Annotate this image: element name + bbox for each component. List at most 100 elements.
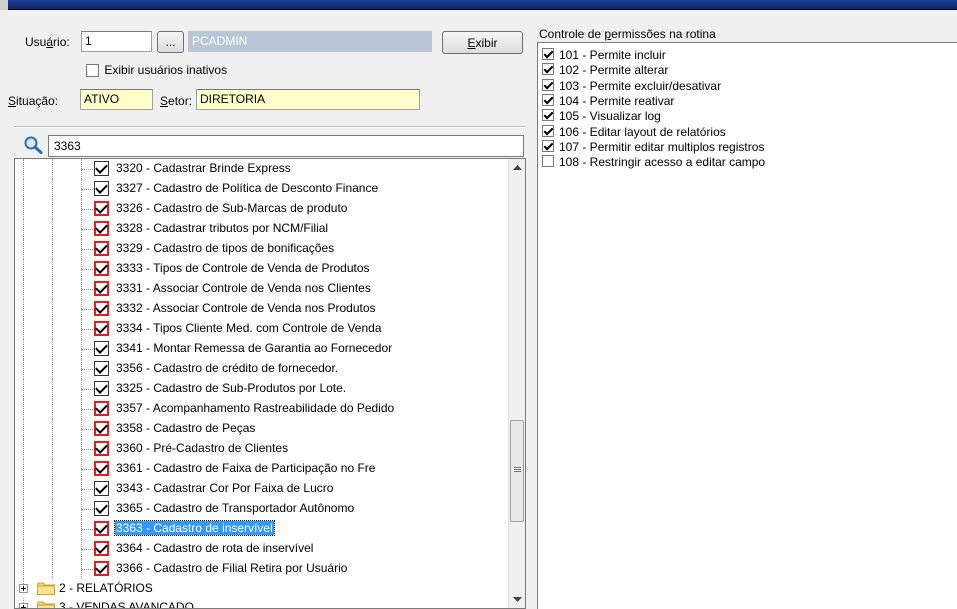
permission-label: 104 - Permite reativar bbox=[559, 93, 675, 108]
permission-label: 108 - Restringir acesso a editar campo bbox=[559, 155, 766, 170]
tree-item-checkbox[interactable] bbox=[94, 501, 109, 516]
tree-item-checkbox[interactable] bbox=[94, 221, 109, 236]
tree-item-checkbox[interactable] bbox=[94, 181, 109, 196]
tree-item-label: 3343 - Cadastrar Cor Por Faixa de Lucro bbox=[116, 481, 334, 495]
expand-icon[interactable] bbox=[19, 584, 28, 593]
tree-item-label: 3358 - Cadastro de Peças bbox=[116, 421, 256, 435]
tree-item-checkbox[interactable] bbox=[94, 201, 109, 216]
tree-item-label: 3326 - Cadastro de Sub-Marcas de produto bbox=[116, 201, 348, 215]
tree-item-label: 3361 - Cadastro de Faixa de Participação… bbox=[116, 461, 376, 475]
tree-item[interactable]: 3360 - Pré-Cadastro de Clientes bbox=[15, 439, 509, 459]
tree-item-checkbox[interactable] bbox=[94, 281, 109, 296]
usuario-name-field: PCADMIN bbox=[188, 31, 432, 52]
permission-label: 106 - Editar layout de relatórios bbox=[559, 124, 726, 139]
show-inactive-box[interactable] bbox=[86, 64, 99, 78]
tree-item-checkbox[interactable] bbox=[94, 381, 109, 396]
scroll-down-arrow[interactable] bbox=[509, 591, 525, 608]
tree-item-checkbox[interactable] bbox=[94, 261, 109, 276]
tree-scrollbar[interactable] bbox=[508, 159, 525, 608]
permission-checkbox[interactable] bbox=[542, 63, 554, 76]
permission-checkbox[interactable] bbox=[542, 78, 554, 91]
tree-item-label: 3333 - Tipos de Controle de Venda de Pro… bbox=[116, 261, 370, 275]
tree-item[interactable]: 3343 - Cadastrar Cor Por Faixa de Lucro bbox=[15, 479, 509, 499]
permission-item[interactable]: 106 - Editar layout de relatórios bbox=[542, 124, 726, 141]
tree-folder[interactable]: 3 - VENDAS AVANÇADO bbox=[15, 598, 509, 608]
tree-item-label: 3360 - Pré-Cadastro de Clientes bbox=[116, 441, 289, 455]
permission-label: 102 - Permite alterar bbox=[559, 63, 669, 78]
tree-item[interactable]: 3327 - Cadastro de Política de Desconto … bbox=[15, 179, 509, 199]
tree-item[interactable]: 3364 - Cadastro de rota de inservível bbox=[15, 539, 509, 559]
tree-folder[interactable]: 2 - RELATÓRIOS bbox=[15, 579, 509, 599]
search-icon bbox=[24, 136, 43, 154]
folder-icon bbox=[37, 601, 55, 608]
tree-item[interactable]: 3361 - Cadastro de Faixa de Participação… bbox=[15, 459, 509, 479]
exibir-button[interactable]: Exibir bbox=[442, 31, 523, 54]
tree-item[interactable]: 3332 - Associar Controle de Venda nos Pr… bbox=[15, 299, 509, 319]
routine-tree[interactable]: 3320 - Cadastrar Brinde Express 3327 - Ca… bbox=[14, 158, 526, 609]
tree-item-label: 3328 - Cadastrar tributos por NCM/Filial bbox=[116, 221, 329, 235]
permissions-list[interactable]: 101 - Permite incluir 102 - Permite alter… bbox=[537, 42, 957, 609]
tree-item-checkbox[interactable] bbox=[94, 461, 109, 476]
section-divider bbox=[14, 126, 526, 128]
tree-item[interactable]: 3320 - Cadastrar Brinde Express bbox=[15, 159, 509, 179]
tree-item[interactable]: 3328 - Cadastrar tributos por NCM/Filial bbox=[15, 219, 509, 239]
situacao-label: Situação: bbox=[8, 94, 59, 108]
tree-item-checkbox[interactable] bbox=[94, 301, 109, 316]
tree-item[interactable]: 3365 - Cadastro de Transportador Autônom… bbox=[15, 499, 509, 519]
scroll-up-arrow[interactable] bbox=[509, 159, 525, 176]
tree-item[interactable]: 3341 - Montar Remessa de Garantia ao For… bbox=[15, 339, 509, 359]
tree-item[interactable]: 3357 - Acompanhamento Rastreabilidade do… bbox=[15, 399, 509, 419]
permission-item[interactable]: 105 - Visualizar log bbox=[542, 109, 661, 125]
tree-item-checkbox[interactable] bbox=[94, 401, 109, 416]
tree-item[interactable]: 3366 - Cadastro de Filial Retira por Usu… bbox=[15, 559, 509, 579]
tree-item-checkbox[interactable] bbox=[94, 441, 109, 456]
setor-field[interactable]: DIRETORIA bbox=[196, 89, 420, 110]
tree-item-checkbox[interactable] bbox=[94, 161, 109, 176]
tree-item[interactable]: 3358 - Cadastro de Peças bbox=[15, 419, 509, 439]
permission-checkbox[interactable] bbox=[542, 139, 554, 152]
tree-item-label: 3320 - Cadastrar Brinde Express bbox=[116, 161, 291, 175]
tree-item[interactable]: 3329 - Cadastro de tipos de bonificações bbox=[15, 239, 509, 259]
usuario-code-input[interactable]: 1 bbox=[81, 31, 152, 52]
tree-item-label: 3329 - Cadastro de tipos de bonificações bbox=[116, 241, 335, 255]
permission-item[interactable]: 104 - Permite reativar bbox=[542, 93, 675, 110]
permission-item[interactable]: 107 - Permitir editar multiplos registro… bbox=[542, 139, 764, 156]
tree-item-checkbox[interactable] bbox=[94, 341, 109, 356]
tree-item[interactable]: 3356 - Cadastro de crédito de fornecedor… bbox=[15, 359, 509, 379]
permission-checkbox[interactable] bbox=[542, 124, 554, 137]
tree-item[interactable]: 3363 - Cadastro de inservível bbox=[15, 519, 509, 539]
tree-item[interactable]: 3334 - Tipos Cliente Med. com Controle d… bbox=[15, 319, 509, 339]
show-inactive-label: Exibir usuários inativos bbox=[104, 63, 228, 77]
tree-item-checkbox[interactable] bbox=[94, 421, 109, 436]
tree-item-checkbox[interactable] bbox=[94, 541, 109, 556]
tree-item[interactable]: 3325 - Cadastro de Sub-Produtos por Lote… bbox=[15, 379, 509, 399]
show-inactive-checkbox[interactable]: Exibir usuários inativos bbox=[86, 63, 228, 78]
permission-checkbox[interactable] bbox=[542, 93, 554, 106]
permission-item[interactable]: 101 - Permite incluir bbox=[542, 48, 666, 64]
tree-item[interactable]: 3333 - Tipos de Controle de Venda de Pro… bbox=[15, 259, 509, 279]
tree-item-label: 3364 - Cadastro de rota de inservível bbox=[116, 541, 314, 555]
permission-checkbox[interactable] bbox=[542, 155, 554, 168]
tree-item-checkbox[interactable] bbox=[94, 361, 109, 376]
usuario-lookup-button[interactable]: ... bbox=[157, 31, 184, 53]
tree-item-label: 3366 - Cadastro de Filial Retira por Usu… bbox=[116, 561, 348, 575]
permission-item[interactable]: 108 - Restringir acesso a editar campo bbox=[542, 155, 765, 171]
permission-item[interactable]: 103 - Permite excluir/desativar bbox=[542, 78, 721, 95]
tree-item[interactable]: 3331 - Associar Controle de Venda nos Cl… bbox=[15, 279, 509, 299]
scroll-thumb[interactable] bbox=[510, 420, 524, 522]
tree-item-checkbox[interactable] bbox=[94, 321, 109, 336]
title-bar bbox=[0, 0, 957, 10]
tree-item-checkbox[interactable] bbox=[94, 481, 109, 496]
permission-checkbox[interactable] bbox=[542, 109, 554, 122]
search-input[interactable]: 3363 bbox=[48, 135, 524, 157]
tree-item[interactable]: 3326 - Cadastro de Sub-Marcas de produto bbox=[15, 199, 509, 219]
tree-item-label: 3334 - Tipos Cliente Med. com Controle d… bbox=[116, 321, 382, 335]
tree-item-checkbox[interactable] bbox=[94, 521, 109, 536]
tree-item-checkbox[interactable] bbox=[94, 241, 109, 256]
expand-icon[interactable] bbox=[19, 603, 28, 608]
situacao-field[interactable]: ATIVO bbox=[80, 89, 153, 110]
tree-item-label: 3356 - Cadastro de crédito de fornecedor… bbox=[116, 361, 339, 375]
permission-checkbox[interactable] bbox=[542, 48, 554, 60]
tree-item-checkbox[interactable] bbox=[94, 561, 109, 576]
permission-item[interactable]: 102 - Permite alterar bbox=[542, 63, 668, 79]
